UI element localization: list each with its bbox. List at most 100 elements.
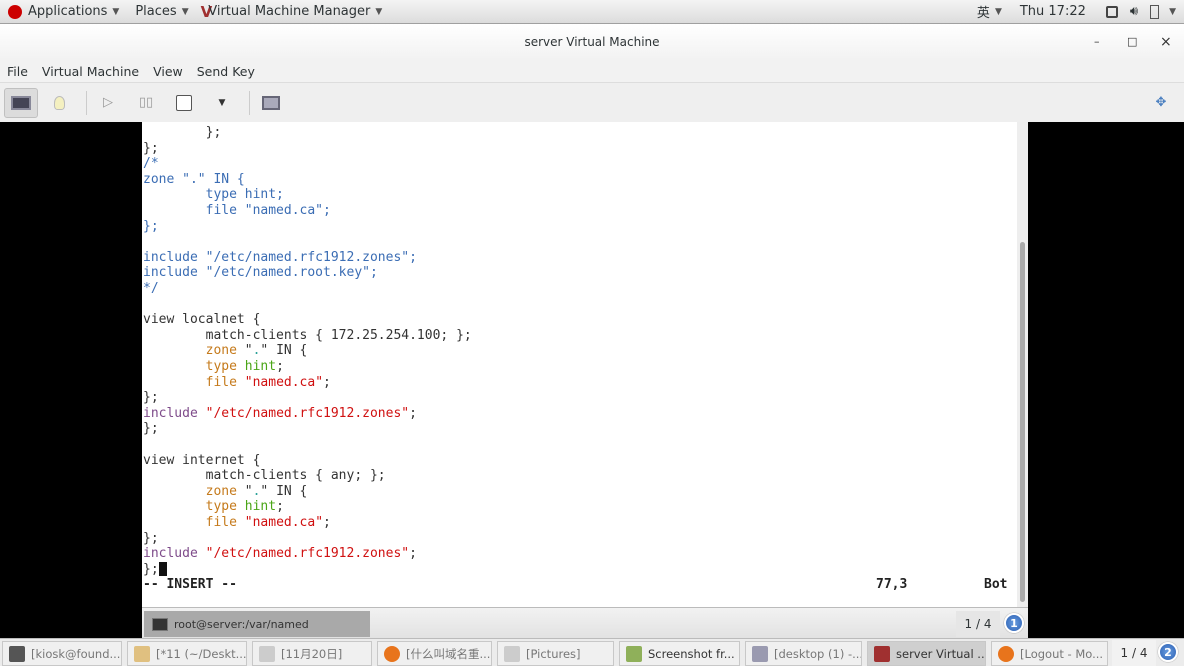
menu-virtual-machine[interactable]: Virtual Machine xyxy=(42,64,139,79)
input-method-menu[interactable]: 英 ▼ xyxy=(977,2,1002,21)
taskbar-item[interactable]: server Virtual ... xyxy=(867,641,986,666)
fullscreen-button[interactable]: ✥ xyxy=(1144,88,1178,118)
shutdown-button[interactable] xyxy=(167,88,201,118)
vm-scrollbar[interactable] xyxy=(1017,122,1028,607)
scroll-position: Bot xyxy=(984,577,1008,592)
minimize-button[interactable]: – xyxy=(1094,24,1100,60)
text-cursor xyxy=(158,562,167,577)
window-titlebar: server Virtual Machine – □ × xyxy=(0,24,1184,60)
taskbar-item-label: server Virtual ... xyxy=(896,646,986,661)
code-token: " IN { xyxy=(260,483,308,499)
monitor-icon xyxy=(752,645,768,662)
toolbar-separator xyxy=(249,90,250,115)
vim-mode: -- INSERT -- xyxy=(143,577,237,592)
file-manager-icon xyxy=(259,645,275,662)
code-token: }; xyxy=(143,421,159,437)
snapshot-icon xyxy=(262,95,280,110)
code-line: file "named.ca"; xyxy=(143,375,331,391)
run-button[interactable]: ▷ xyxy=(91,88,125,118)
code-token: "/etc/named.rfc1912.zones" xyxy=(205,546,410,562)
snapshot-button[interactable] xyxy=(254,88,288,118)
taskbar-item-label: [desktop (1) -... xyxy=(774,646,862,661)
code-token: ; xyxy=(276,499,284,515)
places-menu[interactable]: Places ▼ xyxy=(135,4,188,19)
code-token: view internet { xyxy=(143,452,261,468)
code-token: " xyxy=(236,483,253,499)
guest-notification-badge[interactable]: 1 xyxy=(1004,613,1024,633)
clock[interactable]: Thu 17:22 xyxy=(1020,4,1086,19)
code-token: }; xyxy=(143,530,159,546)
vim-editor[interactable]: -- INSERT -- 77,3 Bot };};/* zone "." IN { … xyxy=(142,122,1017,607)
menu-send-key[interactable]: Send Key xyxy=(197,64,255,79)
chevron-down-icon: ▼ xyxy=(218,97,226,108)
code-line: /* xyxy=(143,156,159,172)
taskbar-item[interactable]: [kiosk@found... xyxy=(2,641,122,666)
lightbulb-icon xyxy=(53,95,65,110)
code-line: zone "." IN { xyxy=(143,172,245,188)
taskbar-item[interactable]: [Pictures] xyxy=(497,641,614,666)
volume-icon: 🔊︎ xyxy=(1129,4,1139,19)
code-line: type hint; xyxy=(143,187,284,203)
console-icon xyxy=(11,95,31,110)
console-button[interactable] xyxy=(4,87,38,118)
code-token: type xyxy=(205,499,237,515)
guest-task-terminal[interactable]: root@server:/var/named xyxy=(144,611,370,637)
code-token: file "named.ca"; xyxy=(143,203,331,218)
app-menu[interactable]: V Virtual Machine Manager ▼ xyxy=(201,3,383,21)
taskbar-item[interactable]: [*11 (~/Deskt... xyxy=(127,641,247,666)
fullscreen-icon: ✥ xyxy=(1155,95,1167,110)
menu-file[interactable]: File xyxy=(7,64,28,79)
taskbar-item[interactable]: [什么叫域名重... xyxy=(377,641,492,666)
taskbar-item-label: [什么叫域名重... xyxy=(406,646,491,661)
shutdown-icon xyxy=(176,94,192,111)
text-editor-icon xyxy=(134,645,150,662)
chevron-down-icon: ▼ xyxy=(994,6,1002,17)
menu-view[interactable]: View xyxy=(153,64,183,79)
system-menu[interactable]: 🔊︎ ▼ xyxy=(1105,4,1184,19)
scrollbar-thumb[interactable] xyxy=(1020,242,1025,602)
terminal-icon xyxy=(9,645,25,662)
code-line: view internet { xyxy=(143,453,260,469)
code-token: include xyxy=(143,405,198,421)
code-token: }; xyxy=(143,561,159,577)
code-token: */ xyxy=(143,281,159,296)
file-manager-icon xyxy=(504,645,520,662)
taskbar-item[interactable]: Screenshot fr... xyxy=(619,641,740,666)
toolbar-separator xyxy=(86,90,87,115)
code-token: hint xyxy=(244,359,277,374)
code-line: }; xyxy=(143,531,159,547)
taskbar-item[interactable]: [desktop (1) -... xyxy=(745,641,862,666)
host-workspace-indicator[interactable]: 1 / 4 xyxy=(1112,640,1156,666)
top-bar: Applications ▼ Places ▼ V Virtual Machine M… xyxy=(0,0,1184,24)
run-icon: ▷ xyxy=(103,95,113,110)
code-line: include "/etc/named.rfc1912.zones"; xyxy=(143,406,417,422)
code-token: match-clients { any; }; xyxy=(143,468,386,484)
details-button[interactable] xyxy=(42,88,76,118)
guest-workspace-indicator[interactable]: 1 / 4 xyxy=(956,611,1000,637)
code-line: zone "." IN { xyxy=(143,483,308,500)
close-button[interactable]: × xyxy=(1160,24,1172,60)
code-line: match-clients { 172.25.254.100; }; xyxy=(143,328,472,344)
guest-bottom-panel: root@server:/var/named 1 / 4 1 xyxy=(142,607,1028,638)
chevron-down-icon: ▼ xyxy=(375,6,383,17)
redhat-logo-icon xyxy=(8,4,22,19)
code-token: }; xyxy=(143,125,222,140)
pause-button[interactable]: ▯▯ xyxy=(129,88,163,118)
code-token: ; xyxy=(323,374,331,390)
maximize-button[interactable]: □ xyxy=(1127,24,1137,60)
taskbar-item[interactable]: [11月20日] xyxy=(252,641,372,666)
taskbar-item-label: Screenshot fr... xyxy=(648,646,735,661)
applications-menu[interactable]: Applications ▼ xyxy=(8,4,119,19)
code-token: }; xyxy=(143,218,159,234)
code-line: include "/etc/named.rfc1912.zones"; xyxy=(143,546,417,562)
taskbar-item-label: [Logout - Mo... xyxy=(1020,646,1104,661)
menu-bar: File Virtual Machine View Send Key xyxy=(0,60,1184,83)
code-line: zone "." IN { xyxy=(143,343,308,359)
shutdown-dropdown[interactable]: ▼ xyxy=(205,88,239,118)
taskbar-item[interactable]: [Logout - Mo... xyxy=(991,641,1108,666)
host-notification-badge[interactable]: 2 xyxy=(1158,642,1178,662)
virt-manager-icon xyxy=(874,645,890,662)
